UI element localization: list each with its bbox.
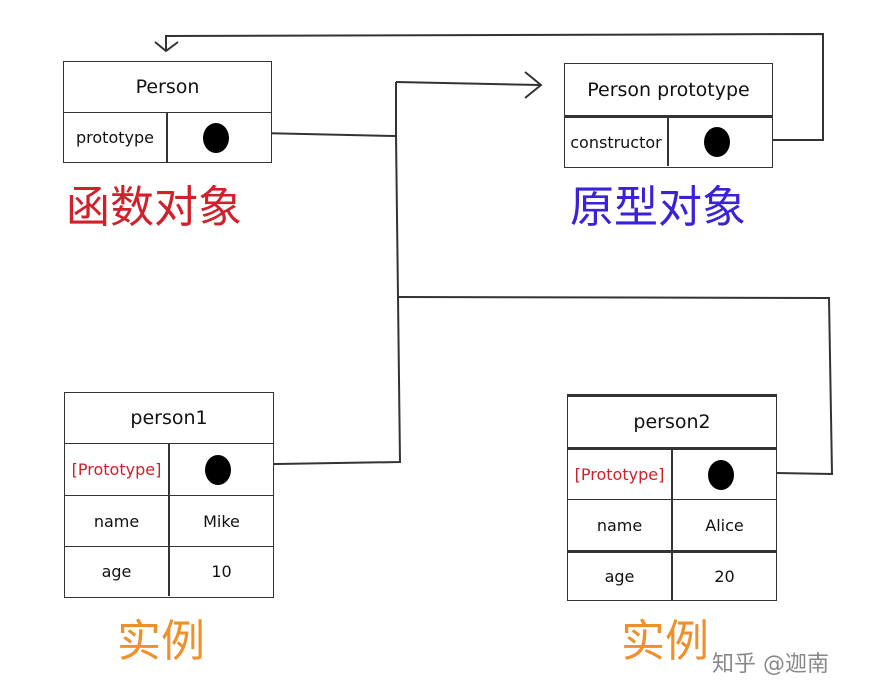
instance-caption: 实例 (117, 616, 205, 667)
function-object-caption: 函数对象 (66, 182, 242, 233)
prototype-object-caption: 原型对象 (570, 182, 746, 233)
person-prototype-title: Person prototype (587, 78, 750, 101)
person2-box: person2 [Prototype] name Alice age 20 (567, 394, 777, 601)
person-prototype-box: Person prototype constructor (564, 63, 773, 168)
age-key: age (568, 553, 673, 600)
person-box: Person prototype (63, 61, 272, 163)
prototype-diagram: Person prototype 函数对象 Person prototype c… (0, 0, 870, 694)
person-title: Person (135, 76, 200, 98)
name-value: Mike (203, 511, 240, 531)
person1-title: person1 (130, 407, 208, 429)
name-key: name (65, 496, 170, 546)
name-key: name (568, 500, 673, 550)
prototype-key: prototype (64, 113, 168, 162)
prototype-key: [Prototype] (65, 444, 170, 495)
pointer-dot-icon (204, 454, 231, 485)
prototype-key: [Prototype] (568, 450, 673, 499)
arrow-to-prototype-line (395, 81, 541, 86)
instance-caption: 实例 (621, 616, 709, 667)
constructor-key: constructor (565, 118, 669, 166)
pointer-dot-icon (202, 122, 229, 153)
age-value: 20 (714, 567, 735, 586)
person2-title: person2 (633, 411, 711, 433)
watermark: 知乎 @迦南 (712, 652, 829, 677)
pointer-dot-icon (707, 459, 734, 490)
age-key: age (65, 547, 170, 596)
person1-box: person1 [Prototype] name Mike age 10 (64, 392, 274, 598)
name-value: Alice (705, 515, 744, 535)
pointer-dot-icon (703, 127, 730, 157)
age-value: 10 (211, 562, 232, 581)
